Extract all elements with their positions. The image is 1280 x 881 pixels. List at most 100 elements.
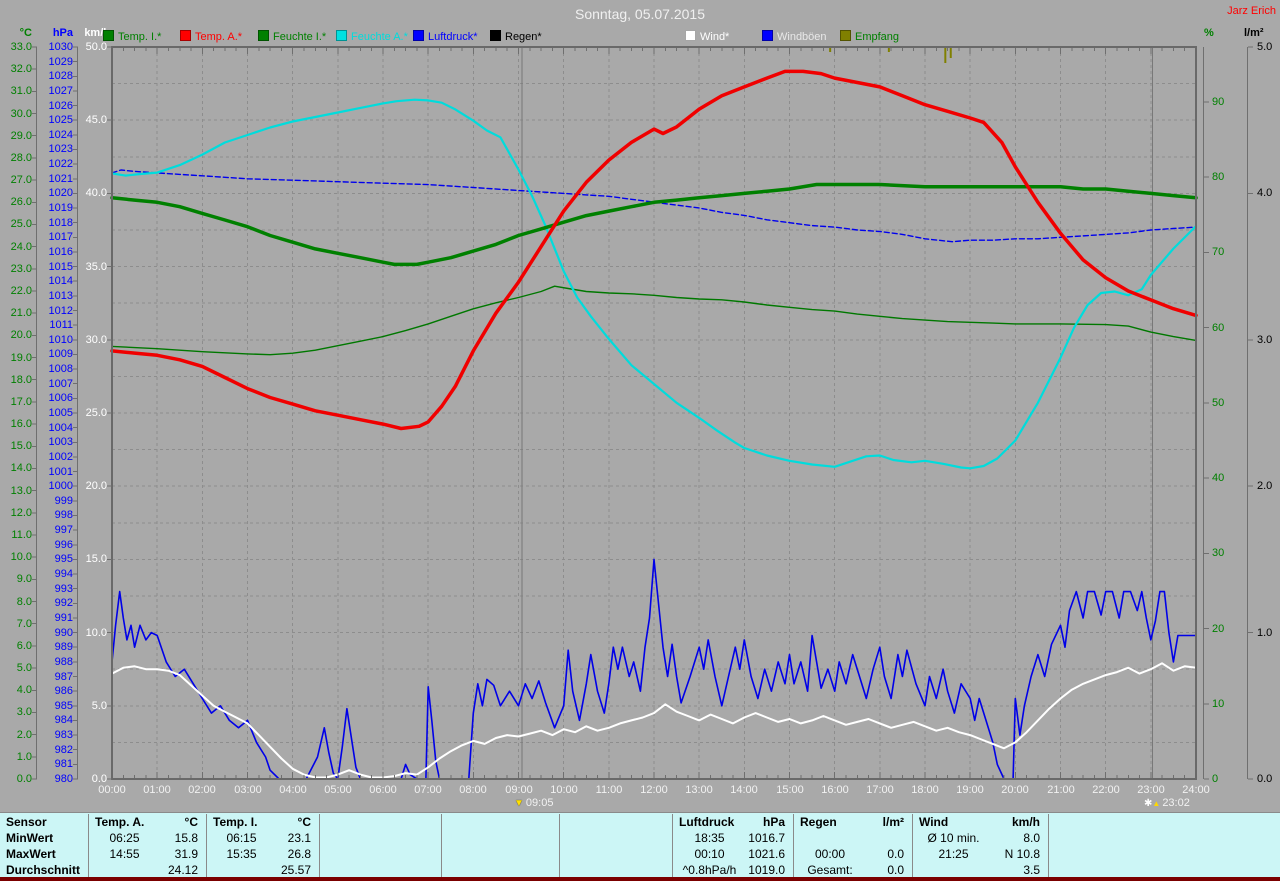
table-cell-value: 24.12 [167, 863, 198, 877]
hpa-tick-label: 1006 [48, 392, 73, 404]
hpa-tick-label: 1010 [48, 334, 73, 346]
percent-tick-label: 50 [1212, 397, 1225, 409]
hpa-tick-label: 980 [54, 773, 73, 785]
x-tick-label: 16:00 [821, 784, 849, 796]
lm2-tick-label: 0.0 [1257, 773, 1273, 785]
hpa-tick-label: 996 [54, 539, 73, 551]
lm2-tick-label: 1.0 [1257, 627, 1273, 639]
celsius-tick-label: 3.0 [16, 706, 32, 718]
percent-tick-label: 10 [1212, 698, 1225, 710]
x-tick-label: 22:00 [1092, 784, 1120, 796]
hpa-tick-label: 1028 [48, 70, 73, 82]
x-tick-label: 23:00 [1137, 784, 1165, 796]
kmh-tick-label: 45.0 [85, 114, 107, 126]
hpa-tick-label: 1012 [48, 305, 73, 317]
x-tick-label: 08:00 [459, 784, 487, 796]
hpa-tick-label: 1002 [48, 451, 73, 463]
table-cell-value: 1016.7 [748, 831, 785, 845]
kmh-tick-label: 25.0 [85, 407, 107, 419]
hpa-tick-label: 1017 [48, 231, 73, 243]
hpa-tick-label: 1011 [49, 319, 73, 331]
hpa-tick-label: 990 [54, 627, 73, 639]
celsius-tick-label: 5.0 [16, 662, 32, 674]
celsius-tick-label: 6.0 [16, 640, 32, 652]
hpa-tick-label: 1008 [48, 363, 73, 375]
hpa-tick-label: 1025 [48, 114, 73, 126]
percent-tick-label: 40 [1212, 472, 1225, 484]
celsius-tick-label: 4.0 [16, 684, 32, 696]
hpa-tick-label: 1021 [48, 173, 73, 185]
hpa-tick-label: 989 [54, 641, 73, 653]
hpa-tick-label: 998 [54, 509, 73, 521]
table-row-label: MaxWert [6, 847, 56, 861]
hpa-tick-label: 983 [54, 729, 73, 741]
percent-tick-label: 60 [1212, 322, 1225, 334]
kmh-tick-label: 10.0 [85, 627, 107, 639]
bottom-maroon-strip [0, 877, 1280, 881]
hpa-tick-label: 994 [54, 568, 73, 580]
lm2-tick-label: 4.0 [1257, 187, 1273, 199]
celsius-tick-label: 29.0 [10, 130, 32, 142]
table-col-unit-temp-a: °C [184, 815, 198, 829]
table-row-label: Durchschnitt [6, 863, 81, 877]
x-tick-label: 02:00 [188, 784, 216, 796]
percent-tick-label: 90 [1212, 96, 1225, 108]
x-tick-label: 00:00 [98, 784, 126, 796]
table-cell-value: 3.5 [1023, 863, 1040, 877]
celsius-tick-label: 24.0 [10, 241, 32, 253]
celsius-tick-label: 30.0 [10, 108, 32, 120]
table-cell-value: N 10.8 [1004, 847, 1040, 861]
hpa-tick-label: 987 [54, 671, 73, 683]
table-cell-value: 0.0 [887, 863, 904, 877]
hpa-tick-label: 1022 [48, 158, 73, 170]
x-tick-label: 15:00 [776, 784, 804, 796]
x-tick-label: 07:00 [414, 784, 442, 796]
x-tick-label: 17:00 [866, 784, 894, 796]
hpa-tick-label: 1026 [48, 100, 73, 112]
kmh-tick-label: 15.0 [85, 553, 107, 565]
table-cell-value: 1021.6 [748, 847, 785, 861]
celsius-tick-label: 13.0 [10, 485, 32, 497]
celsius-tick-label: 25.0 [10, 218, 32, 230]
table-col-unit-wind: km/h [1011, 815, 1040, 829]
x-tick-label: 24:00 [1182, 784, 1210, 796]
hpa-tick-label: 1004 [48, 422, 73, 434]
hpa-tick-label: 986 [54, 685, 73, 697]
hpa-tick-label: 991 [54, 612, 73, 624]
table-cell-value: 31.9 [174, 847, 198, 861]
kmh-tick-label: 20.0 [85, 480, 107, 492]
celsius-tick-label: 27.0 [10, 174, 32, 186]
lm2-tick-label: 5.0 [1257, 41, 1273, 53]
time-marker-label: 09:05 [525, 797, 554, 809]
table-cell-value: 0.0 [887, 847, 904, 861]
celsius-tick-label: 11.0 [11, 529, 32, 541]
celsius-tick-label: 8.0 [16, 596, 32, 608]
percent-tick-label: 30 [1212, 547, 1225, 559]
x-tick-label: 03:00 [234, 784, 262, 796]
time-marker-23-02: ✱▲ 23:02 [1144, 797, 1190, 810]
table-cell-value: 25.57 [280, 863, 311, 877]
kmh-tick-label: 30.0 [85, 334, 107, 346]
table-separator [559, 814, 560, 877]
hpa-tick-label: 999 [54, 495, 73, 507]
celsius-tick-label: 19.0 [10, 352, 32, 364]
table-col-unit-temp-i: °C [297, 815, 311, 829]
celsius-tick-label: 9.0 [16, 573, 32, 585]
x-tick-label: 19:00 [956, 784, 984, 796]
table-row-label: MinWert [6, 831, 54, 845]
x-tick-label: 05:00 [324, 784, 352, 796]
hpa-tick-label: 1023 [48, 143, 73, 155]
celsius-tick-label: 1.0 [16, 751, 32, 763]
hpa-tick-label: 1005 [48, 407, 73, 419]
hpa-tick-label: 981 [54, 758, 73, 770]
yellow-down-arrow-icon: ▼ [514, 798, 524, 809]
kmh-tick-label: 40.0 [85, 187, 107, 199]
x-tick-label: 10:00 [550, 784, 578, 796]
celsius-tick-label: 28.0 [10, 152, 32, 164]
hpa-tick-label: 1007 [48, 378, 73, 390]
celsius-tick-label: 14.0 [10, 462, 32, 474]
kmh-tick-label: 50.0 [85, 41, 107, 53]
hpa-tick-label: 992 [54, 597, 73, 609]
hpa-tick-label: 1018 [48, 217, 73, 229]
celsius-tick-label: 33.0 [10, 41, 32, 53]
